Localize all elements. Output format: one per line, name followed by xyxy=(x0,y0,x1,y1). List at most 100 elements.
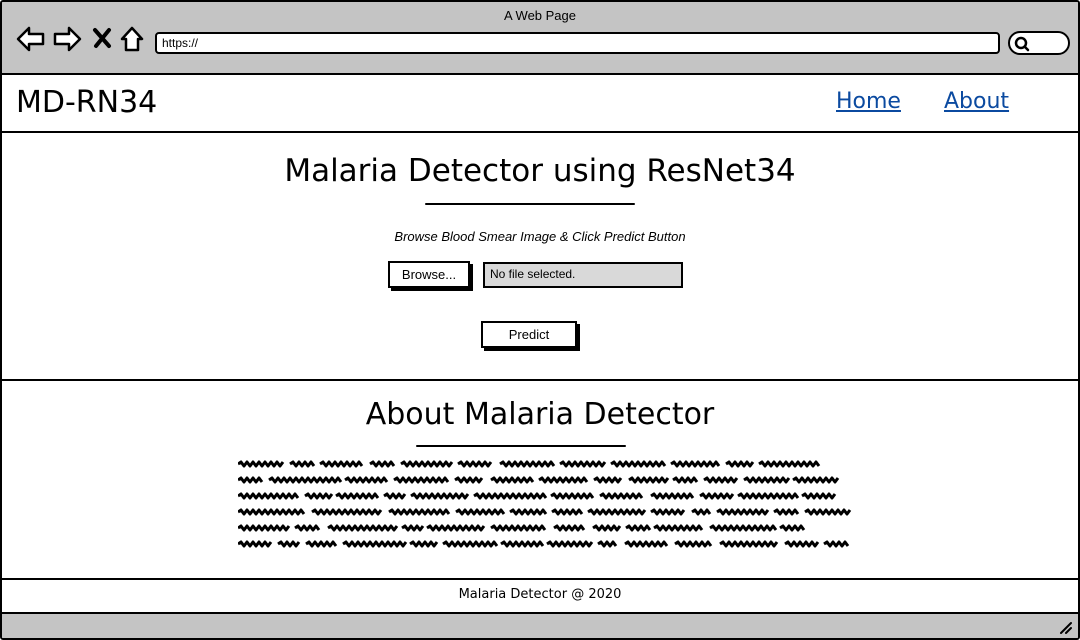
placeholder-word xyxy=(490,476,535,484)
placeholder-word xyxy=(383,492,407,500)
site-logo: MD-RN34 xyxy=(16,85,158,120)
hero-section: Malaria Detector using ResNet34 Browse B… xyxy=(2,133,1078,381)
placeholder-word xyxy=(268,476,343,484)
placeholder-word xyxy=(801,492,837,500)
placeholder-word xyxy=(400,460,454,468)
placeholder-word xyxy=(455,508,506,516)
placeholder-word xyxy=(509,508,548,516)
placeholder-word xyxy=(624,540,669,548)
placeholder-word xyxy=(238,524,291,532)
placeholder-word xyxy=(773,508,800,516)
placeholder-word xyxy=(289,460,316,468)
placeholder-word xyxy=(758,460,821,468)
placeholder-word xyxy=(670,460,721,468)
placeholder-word xyxy=(597,540,618,548)
placeholder-word xyxy=(551,508,584,516)
placeholder-word xyxy=(737,492,800,500)
placeholder-word xyxy=(703,476,739,484)
placeholder-word xyxy=(335,492,380,500)
browser-window: A Web Page https:// MD-RN34 Home About M… xyxy=(0,0,1080,640)
placeholder-word xyxy=(311,508,383,516)
resize-grip-icon[interactable] xyxy=(1058,620,1072,634)
placeholder-word xyxy=(779,524,806,532)
placeholder-word xyxy=(553,524,586,532)
placeholder-word xyxy=(743,476,791,484)
placeholder-word xyxy=(294,524,321,532)
nav-link-home[interactable]: Home xyxy=(836,89,901,114)
placeholder-word xyxy=(327,524,399,532)
page-title: Malaria Detector using ResNet34 xyxy=(284,153,796,189)
site-footer: Malaria Detector @ 2020 xyxy=(2,580,1078,614)
nav-link-about[interactable]: About xyxy=(944,89,1009,114)
footer-text: Malaria Detector @ 2020 xyxy=(458,587,622,602)
placeholder-word xyxy=(650,492,695,500)
about-title-underline xyxy=(416,445,626,447)
about-section: About Malaria Detector xyxy=(2,381,1078,580)
placeholder-word xyxy=(593,476,623,484)
placeholder-word xyxy=(473,492,548,500)
placeholder-word xyxy=(388,508,451,516)
placeholder-word xyxy=(238,508,306,516)
placeholder-word xyxy=(369,460,396,468)
placeholder-word xyxy=(409,540,439,548)
placeholder-word xyxy=(238,492,300,500)
close-x-icon[interactable] xyxy=(90,24,120,54)
placeholder-word xyxy=(238,476,264,484)
placeholder-word xyxy=(650,508,686,516)
placeholder-word xyxy=(725,460,755,468)
placeholder-word xyxy=(653,524,704,532)
back-arrow-icon[interactable] xyxy=(16,24,46,54)
placeholder-word xyxy=(823,540,850,548)
placeholder-word xyxy=(719,540,779,548)
placeholder-word xyxy=(672,476,699,484)
placeholder-word xyxy=(804,508,852,516)
home-icon[interactable] xyxy=(119,24,149,54)
placeholder-word xyxy=(792,476,840,484)
placeholder-word xyxy=(716,508,770,516)
placeholder-word xyxy=(342,540,408,548)
placeholder-word xyxy=(238,540,273,548)
placeholder-word xyxy=(691,508,712,516)
instruction-text: Browse Blood Smear Image & Click Predict… xyxy=(394,229,686,244)
about-body-text xyxy=(238,460,852,548)
browse-button[interactable]: Browse... xyxy=(388,261,470,288)
predict-button[interactable]: Predict xyxy=(481,321,577,348)
site-header: MD-RN34 Home About xyxy=(2,75,1078,133)
placeholder-word xyxy=(238,460,285,468)
window-title: A Web Page xyxy=(503,8,577,23)
placeholder-word xyxy=(490,524,547,532)
url-field[interactable]: https:// xyxy=(155,32,1000,54)
placeholder-word xyxy=(457,460,493,468)
about-title: About Malaria Detector xyxy=(365,397,715,432)
placeholder-word xyxy=(625,524,652,532)
placeholder-word xyxy=(393,476,450,484)
placeholder-word xyxy=(592,524,622,532)
search-icon xyxy=(1014,36,1030,52)
placeholder-word xyxy=(500,540,545,548)
placeholder-word xyxy=(699,492,735,500)
placeholder-word xyxy=(674,540,713,548)
placeholder-word xyxy=(499,460,556,468)
file-name-field: No file selected. xyxy=(483,262,683,288)
placeholder-word xyxy=(546,540,594,548)
placeholder-word xyxy=(410,492,470,500)
placeholder-word xyxy=(305,540,338,548)
placeholder-word xyxy=(426,524,486,532)
browser-status-bar xyxy=(2,614,1078,638)
placeholder-word xyxy=(304,492,334,500)
title-underline xyxy=(425,203,635,205)
placeholder-word xyxy=(442,540,499,548)
placeholder-word xyxy=(344,476,389,484)
placeholder-word xyxy=(599,492,644,500)
placeholder-word xyxy=(319,460,364,468)
placeholder-word xyxy=(277,540,301,548)
placeholder-word xyxy=(550,492,595,500)
placeholder-word xyxy=(401,524,425,532)
placeholder-word xyxy=(709,524,778,532)
placeholder-word xyxy=(784,540,820,548)
placeholder-word xyxy=(610,460,667,468)
placeholder-word xyxy=(587,508,647,516)
forward-arrow-icon[interactable] xyxy=(52,24,82,54)
browser-chrome: A Web Page https:// xyxy=(2,2,1078,75)
search-field[interactable] xyxy=(1008,31,1070,55)
